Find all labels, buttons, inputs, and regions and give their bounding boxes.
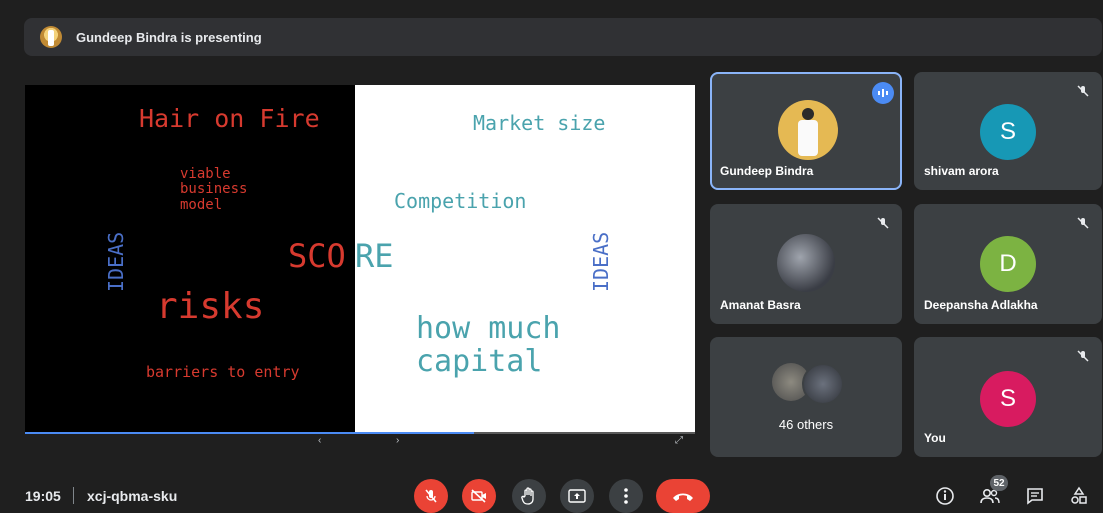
participant-avatar-amanat: [777, 234, 835, 292]
meeting-divider: [73, 487, 74, 504]
people-button[interactable]: 52: [977, 475, 1008, 509]
slide-word-score-left: SCO: [288, 237, 346, 275]
participant-name-you: You: [924, 431, 946, 445]
mic-off-icon: [1074, 214, 1092, 232]
slide-word-hair-on-fire: Hair on Fire: [139, 104, 320, 133]
slide-word-score-right: RE: [355, 237, 394, 275]
bottom-control-bar: 19:05 xcj-qbma-sku 52: [0, 474, 1103, 513]
participant-video-gundeep: [778, 100, 838, 160]
slide-word-ideas-right: IDEAS: [589, 231, 613, 292]
present-icon: [568, 489, 586, 503]
slide-word-competition: Competition: [394, 189, 527, 213]
meeting-time: 19:05: [25, 488, 61, 504]
info-icon: [936, 487, 954, 505]
leave-call-button[interactable]: [656, 479, 710, 513]
others-avatar-2: [802, 363, 844, 405]
presenter-avatar: [40, 26, 62, 48]
slide-word-barriers: barriers to entry: [146, 363, 300, 381]
more-vert-icon: [624, 488, 628, 504]
raise-hand-button[interactable]: [512, 479, 546, 513]
slide-word-market-size: Market size: [473, 111, 606, 135]
slide-word-viable-business-model: viable business model: [180, 166, 248, 213]
participant-tile-shivam[interactable]: S shivam arora: [914, 72, 1102, 190]
participant-tile-deepansha[interactable]: D Deepansha Adlakha: [914, 204, 1102, 324]
activities-button[interactable]: [1066, 483, 1092, 509]
camera-toggle-button[interactable]: [462, 479, 496, 513]
mic-off-icon: [425, 489, 437, 503]
participant-tile-amanat[interactable]: Amanat Basra: [710, 204, 902, 324]
participant-name-shivam: shivam arora: [924, 164, 999, 178]
participant-tile-gundeep[interactable]: Gundeep Bindra: [710, 72, 902, 190]
slide-fullscreen-icon[interactable]: ⤢: [675, 435, 683, 446]
mic-off-icon: [874, 214, 892, 232]
mic-toggle-button[interactable]: [414, 479, 448, 513]
participant-name-amanat: Amanat Basra: [720, 298, 801, 312]
hangup-icon: [673, 493, 693, 501]
participant-count-badge: 52: [990, 475, 1008, 491]
slide-word-how-much-capital: how much capital: [416, 311, 561, 379]
mic-off-icon: [1074, 347, 1092, 365]
participant-avatar-you: S: [980, 371, 1036, 427]
shared-slide: Hair on Fire viable business model IDEAS…: [25, 85, 695, 432]
participant-tile-others[interactable]: 46 others: [710, 337, 902, 457]
presenting-banner: Gundeep Bindra is presenting: [24, 18, 1102, 56]
activities-icon: [1071, 486, 1087, 504]
participant-name-deepansha: Deepansha Adlakha: [924, 298, 1038, 312]
speaking-indicator-icon: [872, 82, 894, 104]
participant-avatar-deepansha: D: [980, 236, 1036, 292]
mic-off-icon: [1074, 82, 1092, 100]
camera-off-icon: [471, 489, 486, 503]
participant-avatar-shivam: S: [980, 104, 1036, 160]
slide-word-ideas-left: IDEAS: [104, 231, 128, 292]
slide-word-risks: risks: [156, 286, 265, 327]
slide-progress-bar: [25, 432, 695, 434]
slide-progress-fill: [25, 432, 474, 434]
participant-tile-you[interactable]: S You: [914, 337, 1102, 457]
participant-name-gundeep: Gundeep Bindra: [720, 164, 814, 178]
present-now-button[interactable]: [560, 479, 594, 513]
slide-next-icon[interactable]: ›: [396, 435, 399, 446]
slide-prev-icon[interactable]: ‹: [318, 435, 321, 446]
chat-icon: [1027, 488, 1043, 505]
meeting-code: xcj-qbma-sku: [87, 488, 178, 504]
more-options-button[interactable]: [609, 479, 643, 513]
meeting-details-button[interactable]: [932, 483, 958, 509]
others-count-label: 46 others: [778, 417, 834, 432]
presenting-text: Gundeep Bindra is presenting: [76, 29, 262, 45]
chat-button[interactable]: [1022, 483, 1048, 509]
hand-icon: [521, 487, 534, 505]
